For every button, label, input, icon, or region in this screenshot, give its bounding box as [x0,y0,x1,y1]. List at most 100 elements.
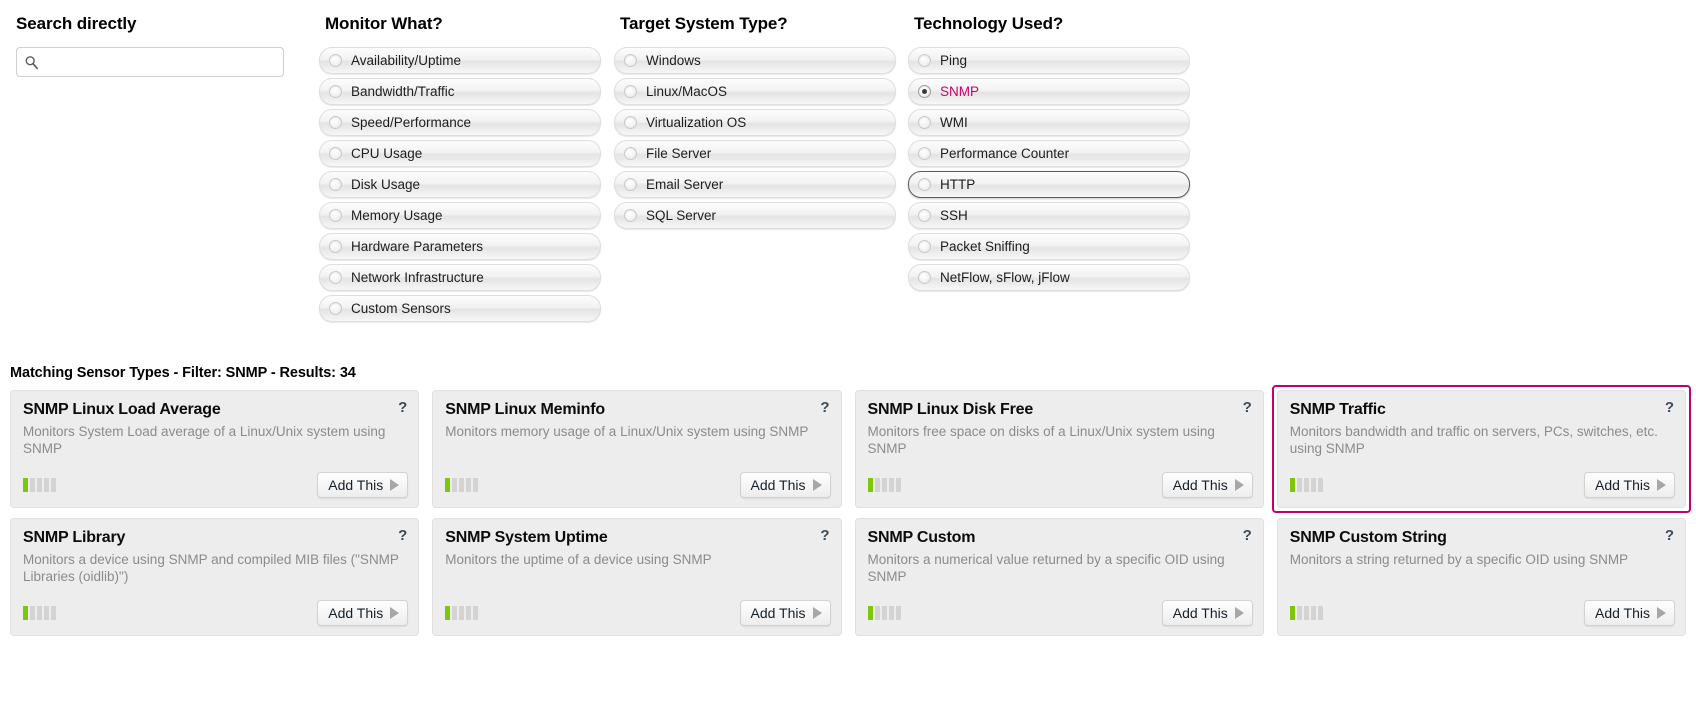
sensor-card[interactable]: SNMP Custom String? Monitors a string ret… [1276,518,1686,636]
sensor-card[interactable]: SNMP Linux Meminfo? Monitors memory usage… [432,390,842,508]
option-target-0[interactable]: Windows [614,47,896,74]
help-icon[interactable]: ? [1243,528,1252,544]
radio-icon[interactable] [918,271,931,284]
radio-icon[interactable] [329,302,342,315]
sensor-card[interactable]: SNMP Linux Disk Free? Monitors free space… [854,390,1264,508]
option-technology-0[interactable]: Ping [908,47,1190,74]
search-box[interactable] [16,47,284,77]
rating-bar [473,478,479,492]
option-monitor-8[interactable]: Custom Sensors [319,295,601,322]
rating-bar [1310,478,1316,492]
radio-icon[interactable] [329,85,342,98]
rating-bar [1296,606,1302,620]
radio-icon[interactable] [918,85,931,98]
add-this-label: Add This [1595,477,1650,493]
radio-icon[interactable] [329,271,342,284]
option-target-2[interactable]: Virtualization OS [614,109,896,136]
play-triangle-icon [390,607,400,619]
option-monitor-4[interactable]: Disk Usage [319,171,601,198]
option-monitor-6[interactable]: Hardware Parameters [319,233,601,260]
add-this-button[interactable]: Add This [317,472,409,498]
sensor-card-slot: SNMP Custom String? Monitors a string ret… [1276,518,1686,636]
radio-icon[interactable] [918,178,931,191]
add-this-button[interactable]: Add This [317,600,409,626]
add-this-button[interactable]: Add This [739,472,831,498]
radio-icon[interactable] [624,116,637,129]
sensor-card-footer: Add This [1289,472,1675,498]
search-input[interactable] [43,48,281,76]
add-this-button[interactable]: Add This [1584,472,1675,498]
sensor-card-grid: SNMP Linux Load Average? Monitors System … [10,385,1691,636]
radio-icon[interactable] [918,240,931,253]
radio-icon[interactable] [918,209,931,222]
rating-bar [37,478,42,492]
sensor-card[interactable]: SNMP Linux Load Average? Monitors System … [10,390,420,508]
option-monitor-1[interactable]: Bandwidth/Traffic [319,78,601,105]
option-technology-1[interactable]: SNMP [908,78,1190,105]
column-target-title: Target System Type? [620,14,788,33]
sensor-card-slot-highlighted: SNMP Traffic? Monitors bandwidth and traf… [1271,385,1691,513]
option-monitor-0[interactable]: Availability/Uptime [319,47,601,74]
search-icon [24,55,39,70]
rating-bar [23,606,28,620]
option-target-4[interactable]: Email Server [614,171,896,198]
sensor-card-title: SNMP Custom [867,529,976,546]
add-this-button[interactable]: Add This [1161,472,1253,498]
column-monitor-title: Monitor What? [325,14,443,33]
sensor-card-footer: Add This [1289,600,1675,626]
radio-icon[interactable] [918,116,931,129]
rating-bar [466,478,472,492]
sensor-card[interactable]: SNMP Library? Monitors a device using SNM… [10,518,420,636]
sensor-card[interactable]: SNMP System Uptime? Monitors the uptime o… [432,518,842,636]
play-triangle-icon [1234,479,1244,491]
sensor-card-title: SNMP System Uptime [445,529,608,546]
option-technology-3[interactable]: Performance Counter [908,140,1190,167]
radio-icon[interactable] [329,240,342,253]
option-monitor-2[interactable]: Speed/Performance [319,109,601,136]
radio-icon[interactable] [624,54,637,67]
help-icon[interactable]: ? [398,528,407,544]
option-monitor-3[interactable]: CPU Usage [319,140,601,167]
help-icon[interactable]: ? [820,400,829,416]
radio-icon[interactable] [624,85,637,98]
add-this-button[interactable]: Add This [1584,600,1675,626]
option-label: SNMP [940,84,980,99]
option-target-1[interactable]: Linux/MacOS [614,78,896,105]
option-monitor-7[interactable]: Network Infrastructure [319,264,601,291]
help-icon[interactable]: ? [398,400,407,416]
option-technology-6[interactable]: Packet Sniffing [908,233,1190,260]
sensor-card-title: SNMP Traffic [1289,401,1386,418]
radio-icon[interactable] [329,54,342,67]
add-this-button[interactable]: Add This [739,600,831,626]
radio-icon[interactable] [918,54,931,67]
filter-bar: Search directly Monitor What? Availabili… [0,0,1696,322]
radio-icon[interactable] [329,209,342,222]
play-triangle-icon [390,479,400,491]
sensor-card-footer: Add This [867,472,1253,498]
help-icon[interactable]: ? [1665,528,1674,544]
help-icon[interactable]: ? [1243,400,1252,416]
column-technology-title: Technology Used? [914,14,1064,33]
option-technology-5[interactable]: SSH [908,202,1190,229]
sensor-card[interactable]: SNMP Traffic? Monitors bandwidth and traf… [1276,390,1686,508]
help-icon[interactable]: ? [820,528,829,544]
radio-icon[interactable] [329,116,342,129]
radio-icon[interactable] [624,178,637,191]
radio-icon[interactable] [624,147,637,160]
add-this-button[interactable]: Add This [1161,600,1253,626]
sensor-card-footer: Add This [445,600,831,626]
radio-icon[interactable] [329,178,342,191]
option-target-3[interactable]: File Server [614,140,896,167]
option-target-5[interactable]: SQL Server [614,202,896,229]
option-technology-2[interactable]: WMI [908,109,1190,136]
help-icon[interactable]: ? [1665,400,1674,416]
option-monitor-5[interactable]: Memory Usage [319,202,601,229]
rating-bar [30,606,35,620]
sensor-card[interactable]: SNMP Custom? Monitors a numerical value r… [854,518,1264,636]
radio-icon[interactable] [624,209,637,222]
option-technology-4[interactable]: HTTP [908,171,1190,198]
technology-option-list: Ping SNMP WMI Performance Counter HTTP SSH Pac… [908,47,1190,291]
option-technology-7[interactable]: NetFlow, sFlow, jFlow [908,264,1190,291]
radio-icon[interactable] [329,147,342,160]
radio-icon[interactable] [918,147,931,160]
